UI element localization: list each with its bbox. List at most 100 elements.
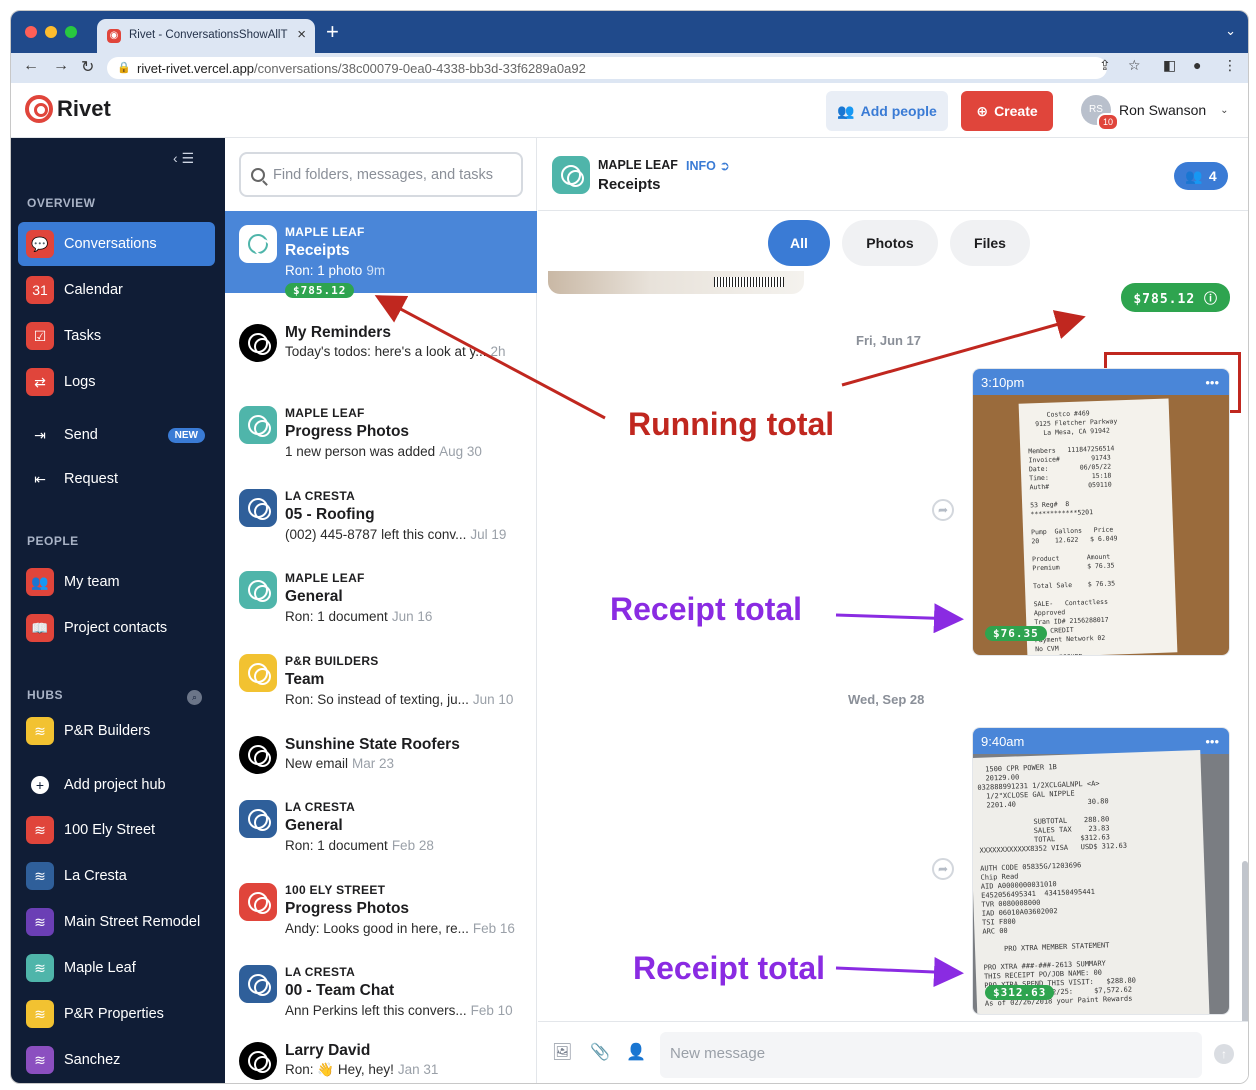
back-icon[interactable]: ← — [23, 57, 39, 75]
conversation-header: MAPLE LEAF INFO ➲ Receipts 👥 4 — [538, 138, 1248, 211]
conversation-row[interactable]: P&R BUILDERS Team Ron: So instead of texti… — [225, 640, 537, 722]
info-label: INFO — [686, 159, 716, 173]
conversation-avatar — [239, 965, 277, 1003]
conversation-avatar — [239, 489, 277, 527]
sidebar-item-pr-builders[interactable]: ≋ P&R Builders — [18, 709, 215, 753]
add-project-hub-button[interactable]: + Add project hub — [18, 763, 215, 807]
filter-files[interactable]: Files — [950, 220, 1030, 266]
receipt-total-badge[interactable]: $312.63 — [985, 985, 1055, 1000]
hubs-heading: HUBS — [27, 688, 64, 702]
preview-text: Ron: So instead of texting, ju... — [285, 692, 469, 707]
message-feed[interactable]: $785.12 ⓘ Fri, Jun 17 3:10pm ••• Costco #… — [538, 211, 1248, 1021]
person-icon[interactable]: 👤 — [626, 1042, 646, 1062]
forward-icon[interactable]: ➦ — [932, 858, 954, 880]
sidebar-item-tasks[interactable]: ☑ Tasks — [18, 314, 215, 358]
new-tab-icon[interactable]: + — [326, 20, 339, 44]
receipt-photo[interactable]: 1500 CPR POWER 1B 20129.00 032888991231 … — [973, 750, 1229, 1014]
avatar: RS 10 — [1081, 95, 1119, 131]
close-window-icon[interactable] — [25, 26, 37, 38]
sidebar-toggle-icon[interactable]: ◧ — [1163, 57, 1176, 74]
photo-message[interactable]: 9:40am ••• 1500 CPR POWER 1B 20129.00 032… — [972, 727, 1230, 1015]
hub-search-icon[interactable]: ⌕ — [187, 690, 202, 705]
rivet-favicon-icon: ◉ — [107, 29, 121, 43]
rivet-logo-text: Rivet — [57, 96, 111, 121]
sidebar-item-project-contacts[interactable]: 📖 Project contacts — [18, 606, 215, 650]
forward-icon[interactable]: → — [53, 57, 69, 75]
profile-icon[interactable]: ● — [1193, 57, 1201, 73]
members-button[interactable]: 👥 4 — [1174, 162, 1228, 190]
conversation-title: Progress Photos — [285, 900, 410, 917]
conversation-avatar — [239, 406, 277, 444]
sidebar-item-send[interactable]: ⇥ Send NEW — [18, 413, 215, 457]
conversation-group: 100 ELY STREET — [285, 883, 386, 897]
sidebar-item-request[interactable]: ⇤ Request — [18, 457, 215, 501]
close-tab-icon[interactable]: × — [297, 26, 306, 43]
url-field[interactable]: 🔒 rivet-rivet.vercel.app/conversations/3… — [107, 57, 1107, 79]
maximize-window-icon[interactable] — [65, 26, 77, 38]
conversation-avatar — [239, 654, 277, 692]
conversation-row[interactable]: MAPLE LEAF General Ron: 1 document Jun 16 — [225, 557, 537, 639]
sidebar-item-pr-properties[interactable]: ≋ P&R Properties — [18, 992, 215, 1036]
conversation-avatar — [239, 225, 277, 263]
running-total-badge[interactable]: $785.12 ⓘ — [1121, 283, 1230, 312]
conversation-group: LA CRESTA — [285, 800, 356, 814]
photo-message[interactable]: 3:10pm ••• Costco #469 9125 Fletcher Park… — [972, 368, 1230, 656]
conversation-row[interactable]: Larry David Ron: 👋 Hey, hey! Jan 31 — [225, 1028, 537, 1083]
sidebar: ‹ ☰ OVERVIEW 💬 Conversations 31 Calendar… — [11, 138, 225, 1083]
create-button[interactable]: ⊕ Create — [961, 91, 1053, 131]
conversation-row[interactable]: MAPLE LEAF Progress Photos 1 new person wa… — [225, 392, 537, 474]
conversation-preview: Ron: So instead of texting, ju... Jun 10 — [285, 692, 513, 707]
add-people-button[interactable]: 👥 Add people — [826, 91, 948, 131]
conversation-time: 2h — [490, 344, 506, 359]
conversation-row[interactable]: LA CRESTA 05 - Roofing (002) 445-8787 left… — [225, 475, 537, 557]
sidebar-item-my-team[interactable]: 👥 My team — [18, 560, 215, 604]
filter-photos[interactable]: Photos — [842, 220, 938, 266]
bookmark-star-icon[interactable]: ☆ — [1128, 57, 1141, 74]
tab-menu-chevron-icon[interactable]: ⌄ — [1225, 23, 1236, 39]
chat-bubble-icon — [248, 333, 271, 355]
scrollbar[interactable] — [1242, 861, 1248, 1021]
conversation-row[interactable]: My Reminders Today's todos: here's a look… — [225, 310, 537, 392]
user-menu[interactable]: RS 10 Ron Swanson ⌄ — [1081, 95, 1229, 131]
forward-icon[interactable]: ➦ — [932, 499, 954, 521]
sidebar-item-sanchez[interactable]: ≋ Sanchez — [18, 1038, 215, 1082]
info-link[interactable]: INFO ➲ — [686, 158, 730, 173]
address-bar: ← → ↻ 🔒 rivet-rivet.vercel.app/conversat… — [11, 53, 1248, 83]
filter-all[interactable]: All — [768, 220, 830, 266]
sidebar-item-main-street-remodel[interactable]: ≋ Main Street Remodel — [18, 900, 215, 944]
send-arrow-icon[interactable]: ↑ — [1214, 1044, 1234, 1064]
sidebar-item-conversations[interactable]: 💬 Conversations — [18, 222, 215, 266]
conversation-avatar — [239, 736, 277, 774]
rivet-logo-icon — [25, 95, 53, 123]
date-separator: Fri, Jun 17 — [856, 333, 922, 348]
message-input[interactable]: New message — [660, 1032, 1202, 1078]
sidebar-item-logs[interactable]: ⇄ Logs — [18, 360, 215, 404]
minimize-window-icon[interactable] — [45, 26, 57, 38]
browser-menu-icon[interactable]: ⋮ — [1223, 57, 1237, 74]
sidebar-item-maple-leaf[interactable]: ≋ Maple Leaf — [18, 946, 215, 990]
previous-photo[interactable] — [548, 271, 804, 294]
running-total-badge[interactable]: $785.12 — [285, 283, 355, 298]
sidebar-item-calendar[interactable]: 31 Calendar — [18, 268, 215, 312]
conversation-row[interactable]: 100 ELY STREET Progress Photos Andy: Looks… — [225, 869, 537, 951]
search-input[interactable]: Find folders, messages, and tasks — [239, 152, 523, 197]
image-icon[interactable]: 🖼 — [552, 1042, 572, 1062]
share-icon[interactable]: ⇪ — [1099, 57, 1111, 74]
sidebar-item-label: Calendar — [64, 282, 123, 298]
rivet-logo[interactable]: Rivet — [25, 95, 111, 123]
conversation-row[interactable]: LA CRESTA General Ron: 1 document Feb 28 — [225, 786, 537, 868]
sidebar-item-100-ely-street[interactable]: ≋ 100 Ely Street — [18, 808, 215, 852]
conversation-group: P&R BUILDERS — [285, 654, 379, 668]
reload-icon[interactable]: ↻ — [81, 57, 94, 77]
receipt-photo[interactable]: Costco #469 9125 Fletcher Parkway La Mes… — [973, 395, 1229, 655]
conversation-row[interactable]: MAPLE LEAF Receipts Ron: 1 photo 9m $785.12 — [225, 211, 537, 298]
attachment-icon[interactable]: 📎 — [590, 1042, 610, 1062]
collapse-sidebar-icon[interactable]: ‹ ☰ — [173, 150, 194, 167]
browser-tab[interactable]: ◉ Rivet - ConversationsShowAllT × — [97, 19, 315, 53]
conversation-preview: 1 new person was added Aug 30 — [285, 444, 482, 459]
conversation-row[interactable]: LA CRESTA 00 - Team Chat Ann Perkins left … — [225, 951, 537, 1033]
more-icon[interactable]: ••• — [1205, 734, 1219, 749]
sidebar-item-la-cresta[interactable]: ≋ La Cresta — [18, 854, 215, 898]
more-icon[interactable]: ••• — [1205, 375, 1219, 390]
receipt-total-badge[interactable]: $76.35 — [985, 626, 1047, 641]
